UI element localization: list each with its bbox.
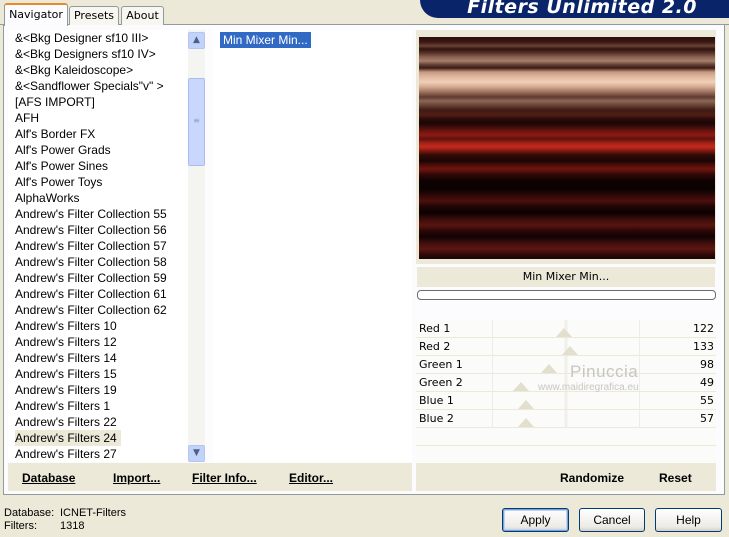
category-item[interactable]: &<Sandflower Specials"v" > (8, 78, 188, 94)
right-toolbar: Randomize Reset (416, 463, 716, 491)
category-item[interactable]: [AFS IMPORT] (8, 94, 188, 110)
scroll-thumb[interactable]: ≡ (188, 78, 205, 166)
category-scrollbar[interactable]: ▲ ≡ ▼ (188, 30, 205, 462)
param-slider[interactable] (492, 320, 640, 337)
category-item[interactable]: Andrew's Filters 27 (8, 446, 188, 462)
param-row-empty (416, 446, 716, 464)
watermark-name: Pinuccia (570, 362, 639, 381)
category-list[interactable]: &<Bkg Designer sf10 III> &<Bkg Designers … (8, 30, 188, 462)
category-item[interactable]: Andrew's Filter Collection 61 (8, 286, 188, 302)
category-item[interactable]: Alf's Power Toys (8, 174, 188, 190)
param-row: Red 1 122 (416, 320, 716, 338)
param-row: Blue 2 57 (416, 410, 716, 428)
param-slider-thumb[interactable] (561, 346, 578, 355)
app-banner: Filters Unlimited 2.0 (420, 0, 729, 18)
param-slider-thumb[interactable] (513, 382, 530, 391)
param-name: Blue 1 (419, 394, 454, 407)
filters-count-label: Filters: (4, 520, 37, 532)
category-item[interactable]: Andrew's Filter Collection 62 (8, 302, 188, 318)
watermark-site: www.maidiregrafica.eu (538, 382, 639, 393)
category-item[interactable]: Andrew's Filters 10 (8, 318, 188, 334)
tab-about[interactable]: About (121, 6, 164, 25)
param-slider[interactable] (492, 338, 640, 355)
editor-button[interactable]: Editor... (289, 471, 333, 485)
param-name: Red 2 (419, 340, 451, 353)
filters-count-value: 1318 (60, 520, 85, 532)
param-name: Green 2 (419, 376, 463, 389)
app-title: Filters Unlimited 2.0 (467, 0, 697, 18)
category-item[interactable]: Andrew's Filter Collection 56 (8, 222, 188, 238)
randomize-button[interactable]: Randomize (560, 471, 624, 485)
param-value: 98 (700, 358, 714, 371)
effect-name: Min Mixer Min... (417, 267, 715, 287)
category-item[interactable]: Andrew's Filters 1 (8, 398, 188, 414)
left-toolbar: Database Import... Filter Info... Editor… (8, 463, 412, 491)
param-value: 133 (693, 340, 714, 353)
category-item[interactable]: AlphaWorks (8, 190, 188, 206)
param-value: 55 (700, 394, 714, 407)
param-slider[interactable] (492, 410, 640, 427)
filter-info-button[interactable]: Filter Info... (192, 471, 257, 485)
category-item[interactable]: Andrew's Filters 15 (8, 366, 188, 382)
tab-navigator[interactable]: Navigator (4, 3, 68, 26)
category-item[interactable]: Andrew's Filters 22 (8, 414, 188, 430)
category-item[interactable]: Andrew's Filter Collection 57 (8, 238, 188, 254)
cancel-button[interactable]: Cancel (579, 508, 645, 532)
preview-image (419, 37, 715, 259)
scroll-up-button[interactable]: ▲ (188, 32, 205, 49)
database-label: Database: (4, 507, 55, 519)
category-item[interactable]: Alf's Border FX (8, 126, 188, 142)
database-button[interactable]: Database (22, 471, 75, 485)
category-item[interactable]: Andrew's Filter Collection 59 (8, 270, 188, 286)
category-item[interactable]: Andrew's Filters 24 (8, 430, 188, 446)
progress-bar (417, 290, 716, 300)
param-slider[interactable] (492, 392, 640, 409)
scroll-down-button[interactable]: ▼ (188, 445, 205, 462)
param-name: Blue 2 (419, 412, 454, 425)
filter-item-min-mixer-min[interactable]: Min Mixer Min... (220, 32, 311, 48)
import-button[interactable]: Import... (113, 471, 160, 485)
param-row-empty (416, 428, 716, 446)
param-row: Red 2 133 (416, 338, 716, 356)
category-item[interactable]: Alf's Power Sines (8, 158, 188, 174)
category-item[interactable]: &<Bkg Designers sf10 IV> (8, 46, 188, 62)
param-value: 49 (700, 376, 714, 389)
param-slider-thumb[interactable] (517, 418, 534, 427)
param-slider-thumb[interactable] (517, 400, 534, 409)
category-item[interactable]: Alf's Power Grads (8, 142, 188, 158)
reset-button[interactable]: Reset (659, 471, 692, 485)
param-row: Green 1 98 (416, 356, 716, 374)
help-button[interactable]: Help (655, 508, 722, 532)
category-item[interactable]: &<Bkg Designer sf10 III> (8, 30, 188, 46)
filter-list[interactable]: Min Mixer Min... (213, 30, 412, 462)
category-item[interactable]: Andrew's Filters 12 (8, 334, 188, 350)
category-item[interactable]: Andrew's Filters 19 (8, 382, 188, 398)
category-item[interactable]: Andrew's Filter Collection 55 (8, 206, 188, 222)
category-item[interactable]: AFH (8, 110, 188, 126)
category-item-label: Andrew's Filters 24 (15, 430, 121, 446)
category-item[interactable]: Andrew's Filter Collection 58 (8, 254, 188, 270)
param-row: Blue 1 55 (416, 392, 716, 410)
param-value: 122 (693, 322, 714, 335)
tab-presets[interactable]: Presets (69, 6, 119, 25)
category-item[interactable]: &<Bkg Kaleidoscope> (8, 62, 188, 78)
param-slider-thumb[interactable] (541, 364, 558, 373)
param-slider-thumb[interactable] (556, 328, 573, 337)
category-item[interactable]: Andrew's Filters 14 (8, 350, 188, 366)
database-value: ICNET-Filters (60, 507, 126, 519)
param-name: Green 1 (419, 358, 463, 371)
param-value: 57 (700, 412, 714, 425)
apply-button[interactable]: Apply (502, 508, 569, 532)
param-name: Red 1 (419, 322, 451, 335)
